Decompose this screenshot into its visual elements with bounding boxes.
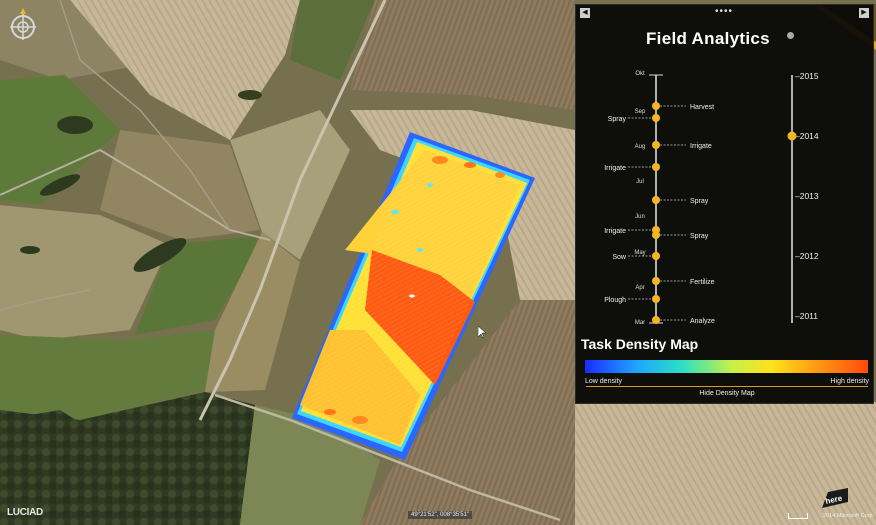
task-marker[interactable] <box>652 316 660 324</box>
year-slider-handle[interactable] <box>787 131 797 141</box>
month-label: Jun <box>635 214 645 220</box>
hide-density-map-button[interactable]: Hide Density Map <box>586 386 868 400</box>
task-label: Irrigate <box>604 165 626 172</box>
task-marker[interactable] <box>652 102 660 110</box>
density-map-title: Task Density Map <box>581 336 699 352</box>
task-marker[interactable] <box>652 277 660 285</box>
task-marker[interactable] <box>652 252 660 260</box>
chevron-left-icon[interactable]: ◀ <box>580 8 590 18</box>
year-label: –2014 <box>795 131 819 141</box>
month-label: May <box>634 250 645 256</box>
task-label: Analyze <box>690 318 715 325</box>
task-marker[interactable] <box>652 163 660 171</box>
task-label: Spray <box>690 233 709 240</box>
task-label: Harvest <box>690 104 714 111</box>
field-analytics-panel[interactable]: ◀ •••• ▶ Field Analytics Okt Sep Aug Jul… <box>575 4 874 404</box>
task-label: Irrigate <box>604 228 626 235</box>
task-label: Sow <box>612 254 627 261</box>
luciad-logo: LUCIAD <box>7 507 43 518</box>
task-marker[interactable] <box>652 141 660 149</box>
coordinate-readout: 49°21'52", 008°35'51" <box>408 511 473 519</box>
year-label: –2012 <box>795 251 819 261</box>
chevron-right-icon[interactable]: ▶ <box>859 8 869 18</box>
drag-handle[interactable]: •••• <box>715 6 733 17</box>
month-label: Mar <box>635 320 645 326</box>
task-marker[interactable] <box>652 114 660 122</box>
cursor-icon <box>478 326 486 338</box>
task-marker[interactable] <box>652 196 660 204</box>
scale-bar <box>788 513 808 519</box>
task-label: Spray <box>608 116 627 123</box>
month-label: Jul <box>636 179 644 185</box>
month-label: Apr <box>635 285 644 291</box>
task-label: Fertilize <box>690 279 715 286</box>
low-density-label: Low density <box>585 378 622 385</box>
task-timeline[interactable]: Okt Sep Aug Jul Jun May Apr Mar Harvest … <box>576 65 873 330</box>
high-density-label: High density <box>830 378 869 385</box>
compass-icon[interactable] <box>6 8 40 44</box>
task-label: Plough <box>604 297 626 304</box>
task-label: Irrigate <box>690 143 712 150</box>
task-marker[interactable] <box>652 226 660 234</box>
panel-top-bar: ◀ •••• ▶ <box>576 5 873 21</box>
month-label: Aug <box>635 144 646 150</box>
info-icon[interactable] <box>787 32 794 39</box>
year-label: –2011 <box>795 311 818 321</box>
panel-title: Field Analytics <box>646 29 770 48</box>
task-label: Spray <box>690 198 709 205</box>
density-gradient-legend <box>585 360 868 373</box>
year-label: –2013 <box>795 191 819 201</box>
month-label: Okt <box>635 71 645 77</box>
task-marker[interactable] <box>652 295 660 303</box>
copyright-text: 2014 Microsoft Corp <box>823 513 873 519</box>
month-label: Sep <box>635 109 646 115</box>
here-logo: here <box>822 488 848 508</box>
year-label: –2015 <box>795 71 819 81</box>
